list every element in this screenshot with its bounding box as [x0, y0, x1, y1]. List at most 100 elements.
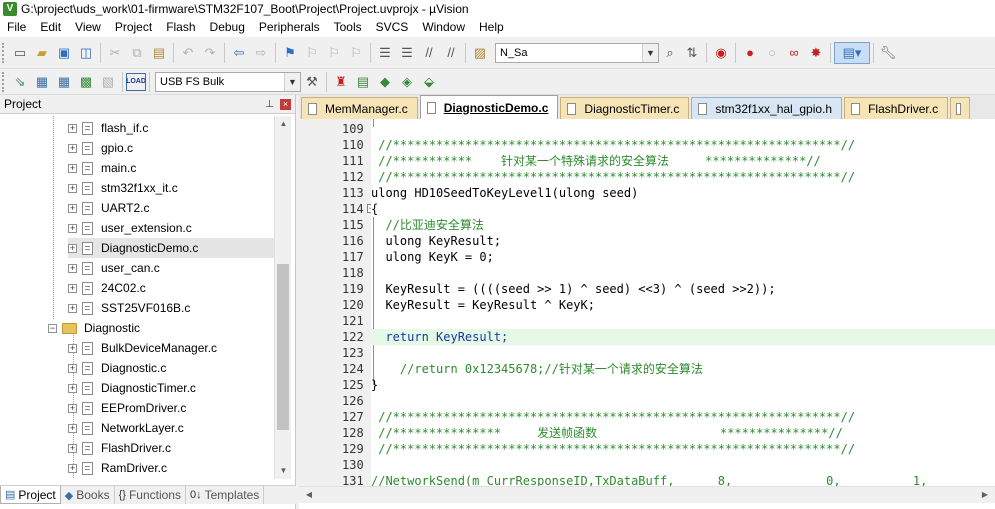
tab-functions[interactable]: {} Functions: [115, 486, 186, 504]
breakpoint-disable-all-icon[interactable]: ∞: [783, 42, 805, 64]
bookmark-next-icon[interactable]: ⚐: [323, 42, 345, 64]
menu-view[interactable]: View: [68, 17, 108, 37]
menu-flash[interactable]: Flash: [159, 17, 202, 37]
tree-file-item[interactable]: + NetworkLayer.c: [68, 418, 184, 438]
target-options-icon[interactable]: ⚒: [301, 71, 323, 93]
tab-overflow[interactable]: [950, 97, 971, 119]
expand-plus-icon[interactable]: +: [68, 243, 77, 253]
tree-file-item[interactable]: + RamDriver.c: [68, 458, 167, 478]
expand-plus-icon[interactable]: +: [68, 443, 77, 453]
tab-gpio-header[interactable]: stm32f1xx_hal_gpio.h: [691, 97, 843, 119]
menu-project[interactable]: Project: [108, 17, 159, 37]
incremental-find-icon[interactable]: ⇅: [681, 42, 703, 64]
tab-project[interactable]: ▤ Project: [0, 486, 61, 504]
editor-horizontal-scrollbar[interactable]: ◀ ▶: [299, 486, 995, 503]
expand-plus-icon[interactable]: +: [68, 163, 77, 173]
menu-svcs[interactable]: SVCS: [369, 17, 416, 37]
menu-window[interactable]: Window: [415, 17, 472, 37]
tab-diagnostictimer[interactable]: DiagnosticTimer.c: [560, 97, 690, 119]
tab-templates[interactable]: 0↓ Templates: [186, 486, 265, 504]
pin-icon[interactable]: ⊥: [265, 99, 274, 110]
expand-plus-icon[interactable]: +: [68, 183, 77, 193]
toolbar-grip[interactable]: [2, 71, 6, 92]
tree-file-item[interactable]: + FlashDriver.c: [68, 438, 171, 458]
comment-icon[interactable]: //: [418, 42, 440, 64]
new-file-icon[interactable]: ▭: [9, 42, 31, 64]
find-combo[interactable]: N_Sa ▼: [495, 42, 659, 63]
close-icon[interactable]: ×: [280, 98, 291, 110]
navigate-back-icon[interactable]: ⇦: [228, 42, 250, 64]
run-time-environment-icon[interactable]: ◆: [374, 71, 396, 93]
tree-file-item[interactable]: + BulkDeviceManager.c: [68, 338, 217, 358]
breakpoint-insert-icon[interactable]: ●: [739, 42, 761, 64]
tab-books[interactable]: ◆ Books: [61, 486, 115, 504]
expand-plus-icon[interactable]: +: [68, 263, 77, 273]
manage-project-items-icon[interactable]: ♜: [330, 71, 352, 93]
select-packs-icon[interactable]: ◈: [396, 71, 418, 93]
menu-peripherals[interactable]: Peripherals: [252, 17, 327, 37]
collapse-minus-icon[interactable]: −: [48, 323, 57, 333]
tab-flashdriver[interactable]: FlashDriver.c: [844, 97, 949, 119]
window-layout-icon[interactable]: ▤▾: [834, 41, 870, 64]
file-extensions-icon[interactable]: ▤: [352, 71, 374, 93]
bookmark-clear-icon[interactable]: ⚐: [345, 42, 367, 64]
menu-file[interactable]: File: [0, 17, 33, 37]
expand-plus-icon[interactable]: +: [68, 363, 77, 373]
expand-plus-icon[interactable]: +: [68, 283, 77, 293]
expand-plus-icon[interactable]: +: [68, 463, 77, 473]
project-tree-scrollbar[interactable]: ▲ ▼: [274, 116, 291, 479]
scroll-left-icon[interactable]: ◀: [301, 487, 317, 503]
navigate-forward-icon[interactable]: ⇨: [250, 42, 272, 64]
scrollbar-thumb[interactable]: [277, 264, 289, 430]
debug-session-icon[interactable]: ◉: [710, 42, 732, 64]
expand-plus-icon[interactable]: +: [68, 423, 77, 433]
tree-file-item[interactable]: +24C02.c: [68, 278, 146, 298]
tree-file-item[interactable]: + EEPromDriver.c: [68, 398, 186, 418]
menu-help[interactable]: Help: [472, 17, 511, 37]
toolbar-grip[interactable]: [2, 42, 6, 63]
menu-tools[interactable]: Tools: [327, 17, 369, 37]
breakpoint-enable-icon[interactable]: ○: [761, 42, 783, 64]
open-folder-icon[interactable]: ▰: [31, 42, 53, 64]
expand-plus-icon[interactable]: +: [68, 383, 77, 393]
load-download-icon[interactable]: LOAD: [126, 72, 146, 91]
tree-file-item[interactable]: + gpio.c: [68, 138, 133, 158]
unindent-icon[interactable]: ☰: [396, 42, 418, 64]
copy-icon[interactable]: ⧉: [126, 42, 148, 64]
save-all-icon[interactable]: ◫: [75, 42, 97, 64]
batch-build-icon[interactable]: ▩: [75, 71, 97, 93]
menu-edit[interactable]: Edit: [33, 17, 68, 37]
paste-icon[interactable]: ▤: [148, 42, 170, 64]
tree-folder-diagnostic[interactable]: − Diagnostic: [48, 318, 140, 338]
tree-file-item-selected[interactable]: + DiagnosticDemo.c: [68, 238, 274, 258]
target-select[interactable]: USB FS Bulk ▼: [155, 71, 301, 92]
indent-icon[interactable]: ☰: [374, 42, 396, 64]
rebuild-icon[interactable]: ▦: [53, 71, 75, 93]
menu-debug[interactable]: Debug: [203, 17, 252, 37]
tree-file-item[interactable]: + flash_if.c: [68, 118, 148, 138]
build-icon[interactable]: ▦: [31, 71, 53, 93]
chevron-down-icon[interactable]: ▼: [284, 72, 300, 91]
scroll-up-icon[interactable]: ▲: [275, 116, 292, 132]
redo-icon[interactable]: ↷: [199, 42, 221, 64]
translate-icon[interactable]: ⇘: [9, 71, 31, 93]
pack-installer-icon[interactable]: ⬙: [418, 71, 440, 93]
cut-icon[interactable]: ✂: [104, 42, 126, 64]
scroll-down-icon[interactable]: ▼: [275, 463, 292, 479]
undo-icon[interactable]: ↶: [177, 42, 199, 64]
tree-file-item[interactable]: + Diagnostic.c: [68, 358, 166, 378]
tab-memmanager[interactable]: MemManager.c: [301, 97, 418, 119]
tree-file-item[interactable]: + user_extension.c: [68, 218, 192, 238]
find-in-files-icon[interactable]: ▨: [469, 42, 491, 64]
tree-file-item[interactable]: + main.c: [68, 158, 136, 178]
expand-plus-icon[interactable]: +: [68, 343, 77, 353]
stop-build-icon[interactable]: ▧: [97, 71, 119, 93]
expand-plus-icon[interactable]: +: [68, 223, 77, 233]
expand-plus-icon[interactable]: +: [68, 203, 77, 213]
bookmark-insert-icon[interactable]: ⚑: [279, 42, 301, 64]
expand-plus-icon[interactable]: +: [68, 303, 77, 313]
expand-plus-icon[interactable]: +: [68, 403, 77, 413]
tree-file-item[interactable]: + user_can.c: [68, 258, 160, 278]
tree-file-item[interactable]: + stm32f1xx_it.c: [68, 178, 178, 198]
uncomment-icon[interactable]: //: [440, 42, 462, 64]
